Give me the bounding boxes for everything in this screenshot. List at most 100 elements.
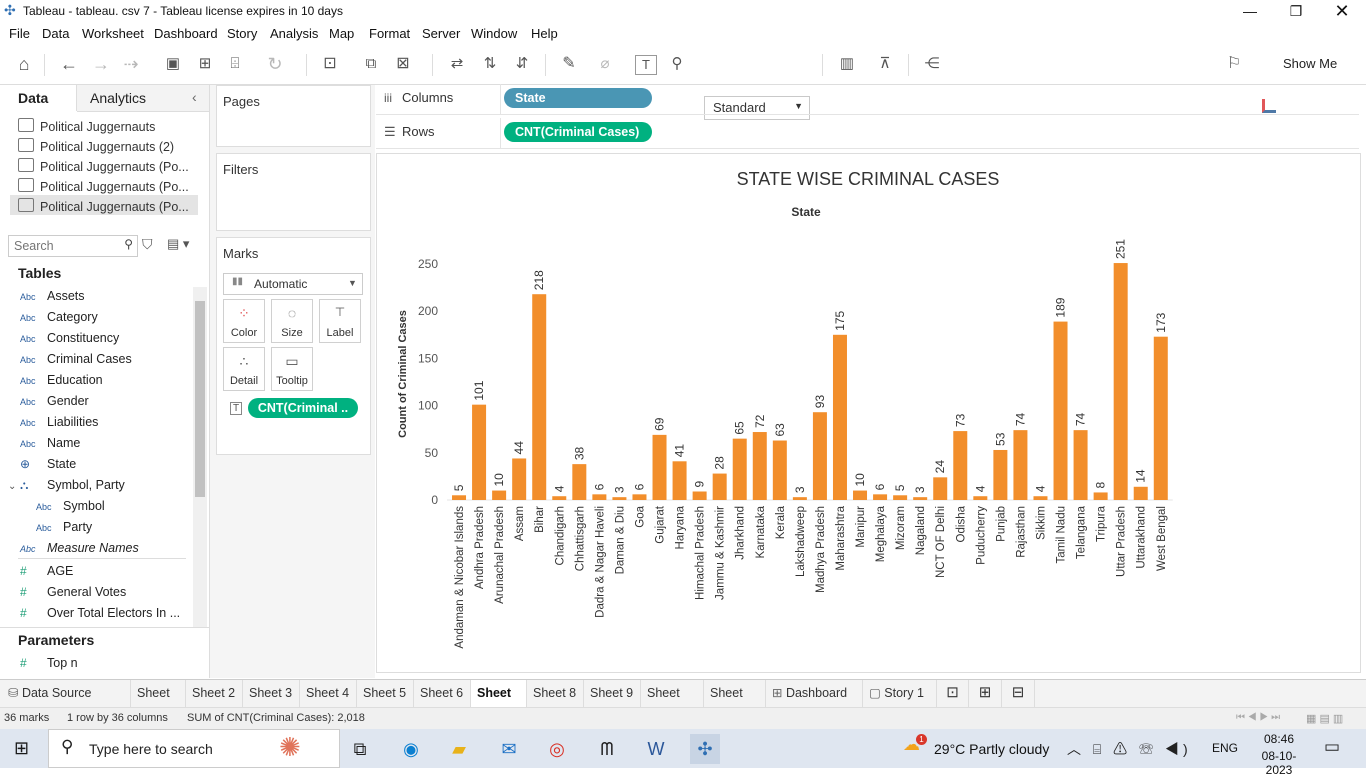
field-item[interactable]: Abc Party [36, 520, 92, 534]
menu-format[interactable]: Format [369, 26, 410, 41]
show-cards-icon[interactable]: ▥ [834, 52, 860, 76]
new-dashboard-tab-icon[interactable]: ⊞ [969, 680, 1002, 708]
tab-story-1[interactable]: ▢ Story 1 [863, 680, 937, 708]
rows-measure-pill[interactable]: CNT(Criminal Cases) [504, 122, 652, 142]
edge-icon[interactable]: ◉ [396, 734, 426, 764]
menu-help[interactable]: Help [531, 26, 558, 41]
field-item[interactable]: # Over Total Electors In ... [20, 606, 180, 620]
tab-sheet-10[interactable]: Sheet 10 [641, 680, 704, 726]
bar[interactable] [953, 431, 968, 500]
menu-dashboard[interactable]: Dashboard [154, 26, 218, 41]
tooltip-button[interactable]: ▭ Tooltip [271, 347, 313, 391]
tab-analytics[interactable]: Analytics ‹ [77, 85, 209, 112]
marks-label-pill[interactable]: CNT(Criminal .. [248, 398, 358, 418]
bar[interactable] [512, 458, 527, 500]
home-icon[interactable]: ⌂ [11, 52, 37, 76]
tab-dashboard-1[interactable]: ⊞ Dashboard 1 [766, 680, 863, 726]
field-item[interactable]: Abc Name [20, 436, 80, 450]
field-item[interactable]: Abc Education [20, 373, 103, 387]
scrollbar-thumb[interactable] [195, 301, 205, 497]
bar[interactable] [1113, 263, 1128, 500]
menu-story[interactable]: Story [227, 26, 257, 41]
presentation-mode-icon[interactable]: ⊼ [872, 52, 898, 76]
tab-sheet-8[interactable]: Sheet 8 [527, 680, 584, 708]
bar[interactable] [672, 461, 687, 500]
field-item[interactable]: Abc Liabilities [20, 415, 98, 429]
field-item[interactable]: Abc Symbol [36, 499, 105, 513]
mail-icon[interactable]: ✉ [494, 734, 524, 764]
mark-type-dropdown[interactable]: ▮▮ Automatic ▼ [223, 273, 363, 295]
view-mode-icon[interactable]: ▦ ▤ ▥ [1306, 712, 1343, 725]
show-mark-labels-icon[interactable]: T [635, 55, 657, 75]
app-icon[interactable]: ᗰ [592, 734, 622, 764]
minimize-button[interactable]: — [1227, 0, 1273, 22]
tab-sheet-3[interactable]: Sheet 3 [243, 680, 300, 708]
bar[interactable] [1033, 496, 1048, 500]
tab-sheet-5[interactable]: Sheet 5 [357, 680, 414, 708]
close-window-button[interactable]: ✕ [1319, 0, 1365, 22]
swap-rows-columns-icon[interactable]: ⇄ [444, 52, 470, 76]
bar[interactable] [832, 334, 847, 500]
bar[interactable] [652, 434, 667, 500]
bar[interactable] [853, 490, 868, 500]
new-worksheet-tab-icon[interactable]: ⊡ [937, 680, 969, 708]
language-indicator[interactable]: ENG [1212, 741, 1238, 755]
bar[interactable] [452, 495, 467, 500]
datasource-item[interactable]: Political Juggernauts (Po... [18, 198, 189, 214]
field-item[interactable]: # AGE [20, 564, 73, 578]
word-icon[interactable]: W [641, 734, 671, 764]
sort-descending-icon[interactable]: ⇵ [509, 52, 535, 76]
menu-analysis[interactable]: Analysis [270, 26, 318, 41]
clear-sheet-icon[interactable]: ⊠ [390, 52, 416, 76]
format-painter-icon[interactable]: ⚐ [1221, 52, 1247, 76]
bar[interactable] [1153, 336, 1168, 500]
clock-time[interactable]: 08:46 [1249, 732, 1309, 746]
pages-card[interactable]: Pages [216, 85, 371, 147]
tab-sheet-2[interactable]: Sheet 2 [186, 680, 243, 708]
taskbar-search-box[interactable]: ⚲ Type here to search ✺ [48, 729, 340, 768]
bar[interactable] [973, 496, 988, 500]
bar[interactable] [632, 494, 647, 500]
bar[interactable] [792, 497, 807, 500]
new-datasource-icon[interactable]: ⊞ [192, 52, 218, 76]
replay-icon[interactable]: ⇢ [118, 52, 144, 76]
system-tray-icon[interactable]: ︿ ⌸ ⚠ ☏ ◀) [1067, 739, 1192, 759]
weather-text[interactable]: 29°C Partly cloudy [934, 741, 1049, 757]
notifications-icon[interactable]: ▭ [1324, 737, 1340, 757]
field-item[interactable]: Abc Assets [20, 289, 85, 303]
new-story-tab-icon[interactable]: ⊟ [1002, 680, 1035, 708]
bar[interactable] [572, 464, 587, 500]
field-item[interactable]: # General Votes [20, 585, 126, 599]
group-members-icon[interactable]: ⌀ [592, 52, 618, 76]
field-item[interactable]: Abc Gender [20, 394, 89, 408]
bar[interactable] [913, 497, 928, 500]
data-pane-scrollbar[interactable] [193, 287, 207, 627]
highlight-icon[interactable]: ✎ [556, 52, 582, 76]
windows-start-icon[interactable]: ⊞ [14, 738, 29, 759]
color-button[interactable]: ⁘ Color [223, 299, 265, 343]
bar[interactable] [933, 477, 948, 500]
bar[interactable] [692, 491, 707, 500]
bar[interactable] [1073, 430, 1088, 500]
label-button[interactable]: ⊤ Label [319, 299, 361, 343]
pause-updates-icon[interactable]: ⌹ [222, 52, 248, 76]
bar[interactable] [752, 432, 767, 500]
bar[interactable] [532, 294, 547, 500]
tab-sheet-7[interactable]: Sheet 7 [471, 680, 527, 726]
undo-icon[interactable]: ← [56, 52, 82, 76]
tab-sheet-9[interactable]: Sheet 9 [584, 680, 641, 708]
filters-card[interactable]: Filters [216, 153, 371, 231]
menu-data[interactable]: Data [42, 26, 69, 41]
show-me-button[interactable]: Show Me [1283, 56, 1337, 71]
field-item[interactable]: Abc Category [20, 310, 98, 324]
detail-button[interactable]: ∴ Detail [223, 347, 265, 391]
bar[interactable] [592, 494, 607, 500]
menu-server[interactable]: Server [422, 26, 460, 41]
sheet-navigation-icon[interactable]: ⏮ ◀ ▶ ⏭ [1236, 712, 1280, 723]
bar[interactable] [1013, 430, 1028, 500]
collapse-pane-icon[interactable]: ‹ [192, 89, 197, 105]
search-input[interactable] [9, 236, 116, 256]
field-item[interactable]: Abc Constituency [20, 331, 119, 345]
columns-state-pill[interactable]: State [504, 88, 652, 108]
datasource-item[interactable]: Political Juggernauts (Po... [18, 158, 189, 174]
